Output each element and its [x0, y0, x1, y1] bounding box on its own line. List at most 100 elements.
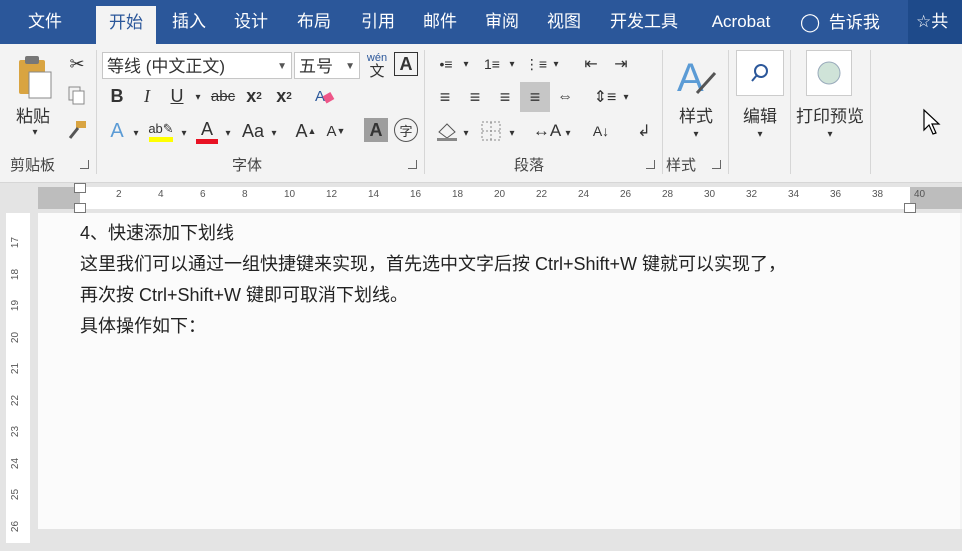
increase-indent-icon[interactable]: ⇥: [608, 52, 634, 76]
character-shading-button[interactable]: A: [364, 118, 388, 142]
multilevel-list-icon[interactable]: ⋮≡: [522, 52, 550, 76]
horizontal-ruler[interactable]: 2 4 6 8 10 12 14 16 18 20 22 24 26 28 30 32 34 36 38 40: [0, 183, 962, 213]
superscript-button[interactable]: x2: [272, 84, 296, 108]
underline-dropdown-arrow[interactable]: ▾: [192, 88, 204, 106]
show-marks-icon[interactable]: ↲: [632, 118, 656, 144]
person-icon: ☆: [916, 12, 932, 31]
font-color-icon: A: [200, 118, 213, 139]
ruler-number: 24: [578, 189, 590, 200]
tab-developer[interactable]: 开发工具: [600, 0, 688, 44]
format-painter-icon[interactable]: [64, 118, 90, 142]
tab-view[interactable]: 视图: [534, 0, 594, 44]
editing-button[interactable]: [736, 50, 784, 96]
styles-dropdown-arrow[interactable]: ▾: [690, 128, 702, 140]
tab-insert[interactable]: 插入: [160, 0, 218, 44]
styles-label: 样式: [679, 107, 713, 126]
font-name-dropdown[interactable]: 等线 (中文正文) ▼: [102, 52, 292, 79]
paste-button[interactable]: [12, 54, 54, 100]
ruler-number: 38: [872, 189, 884, 200]
ruler-number: 14: [368, 189, 380, 200]
sort-icon[interactable]: A↓: [588, 118, 614, 144]
highlight-dropdown-arrow[interactable]: ▾: [178, 124, 190, 142]
shading-dropdown-arrow[interactable]: ▾: [460, 124, 472, 142]
enclose-characters-button[interactable]: 字: [394, 118, 418, 142]
tab-mailings[interactable]: 邮件: [410, 0, 470, 44]
paragraph-launcher-icon[interactable]: [646, 160, 655, 169]
bold-button[interactable]: B: [106, 84, 128, 108]
clear-formatting-icon[interactable]: A: [312, 84, 336, 108]
subscript-button[interactable]: x2: [242, 84, 266, 108]
align-center-icon[interactable]: ≡: [462, 84, 488, 110]
ruler-number: 32: [746, 189, 758, 200]
paste-dropdown-arrow[interactable]: ▾: [28, 126, 42, 138]
phonetic-guide-button[interactable]: wén 文: [364, 48, 390, 82]
shrink-font-icon[interactable]: A ▼: [324, 118, 348, 144]
font-size-dropdown[interactable]: 五号 ▼: [294, 52, 360, 79]
hanging-indent-marker[interactable]: [74, 203, 86, 213]
justify-icon[interactable]: ≡: [520, 82, 550, 112]
align-right-icon[interactable]: ≡: [492, 84, 518, 110]
grow-font-icon[interactable]: A ▲: [294, 118, 318, 144]
tab-references[interactable]: 引用: [348, 0, 408, 44]
ruler-number: 8: [242, 189, 248, 200]
scissors-icon[interactable]: ✂: [64, 52, 90, 76]
ruler-number: 2: [116, 189, 122, 200]
chinese-layout-icon[interactable]: ↔A: [532, 118, 562, 144]
shading-icon[interactable]: [434, 118, 460, 144]
text-effects-icon[interactable]: A: [104, 118, 130, 144]
font-color-swatch: [196, 138, 218, 144]
numbering-dropdown-arrow[interactable]: ▾: [506, 56, 518, 72]
tab-acrobat[interactable]: Acrobat: [696, 0, 786, 44]
editing-dropdown-arrow[interactable]: ▾: [754, 128, 766, 140]
tell-me-box[interactable]: ◯ 告诉我: [800, 0, 880, 44]
line-spacing-dropdown-arrow[interactable]: ▾: [620, 88, 632, 106]
strikethrough-button[interactable]: abc: [208, 84, 238, 108]
separator: [870, 50, 871, 174]
ribbon-tab-bar: 文件 开始 插入 设计 布局 引用 邮件 审阅 视图 开发工具 Acrobat …: [0, 0, 962, 44]
styles-button[interactable]: A: [672, 52, 720, 100]
character-border-button[interactable]: A: [394, 52, 418, 76]
clipboard-launcher-icon[interactable]: [80, 160, 89, 169]
borders-icon[interactable]: [478, 118, 504, 144]
ruler-number: 4: [158, 189, 164, 200]
font-group-label: 字体: [232, 157, 263, 174]
bullets-dropdown-arrow[interactable]: ▾: [460, 56, 472, 72]
align-left-icon[interactable]: ≡: [432, 84, 458, 110]
first-line-indent-marker[interactable]: [74, 183, 86, 193]
distributed-icon[interactable]: ⇔: [552, 84, 578, 110]
decrease-indent-icon[interactable]: ⇤: [578, 52, 604, 76]
italic-button[interactable]: I: [136, 84, 158, 108]
tab-file[interactable]: 文件: [12, 0, 78, 44]
vertical-ruler[interactable]: 17 18 19 20 21 22 23 24 25 26: [0, 213, 38, 551]
document-page[interactable]: 4、快速添加下划线 这里我们可以通过一组快捷键来实现，首先选中文字后按 Ctrl…: [38, 213, 960, 529]
ruler-number: 30: [704, 189, 716, 200]
chinese-layout-dropdown-arrow[interactable]: ▾: [562, 124, 574, 142]
horizontal-scrollbar[interactable]: [38, 529, 962, 551]
right-indent-marker[interactable]: [904, 203, 916, 213]
change-case-dropdown-arrow[interactable]: ▾: [268, 124, 280, 142]
numbering-icon[interactable]: 1≡: [478, 52, 506, 76]
font-color-button[interactable]: A: [194, 116, 220, 146]
font-launcher-icon[interactable]: [408, 160, 417, 169]
text-effects-dropdown-arrow[interactable]: ▾: [130, 124, 142, 142]
print-preview-dropdown-arrow[interactable]: ▾: [824, 128, 836, 140]
copy-icon[interactable]: [64, 84, 90, 108]
print-preview-button[interactable]: [806, 50, 852, 96]
doc-paragraph-line: 再次按 Ctrl+Shift+W 键即可取消下划线。: [80, 285, 409, 305]
tab-layout[interactable]: 布局: [284, 0, 344, 44]
highlighter-icon: ab✎: [148, 120, 174, 136]
share-button[interactable]: ☆共: [908, 0, 962, 44]
font-color-dropdown-arrow[interactable]: ▾: [222, 124, 234, 142]
tab-home[interactable]: 开始: [96, 6, 156, 44]
underline-button[interactable]: U: [166, 84, 188, 108]
tab-review[interactable]: 审阅: [472, 0, 532, 44]
highlight-color-button[interactable]: ab✎: [146, 116, 176, 146]
styles-launcher-icon[interactable]: [712, 160, 721, 169]
line-spacing-icon[interactable]: ⇕≡: [592, 84, 618, 110]
bullets-icon[interactable]: •≡: [432, 52, 460, 76]
multilevel-dropdown-arrow[interactable]: ▾: [550, 56, 562, 72]
change-case-button[interactable]: Aa: [238, 118, 268, 144]
ruler-number: 24: [10, 457, 22, 469]
tab-design[interactable]: 设计: [222, 0, 280, 44]
borders-dropdown-arrow[interactable]: ▾: [506, 124, 518, 142]
